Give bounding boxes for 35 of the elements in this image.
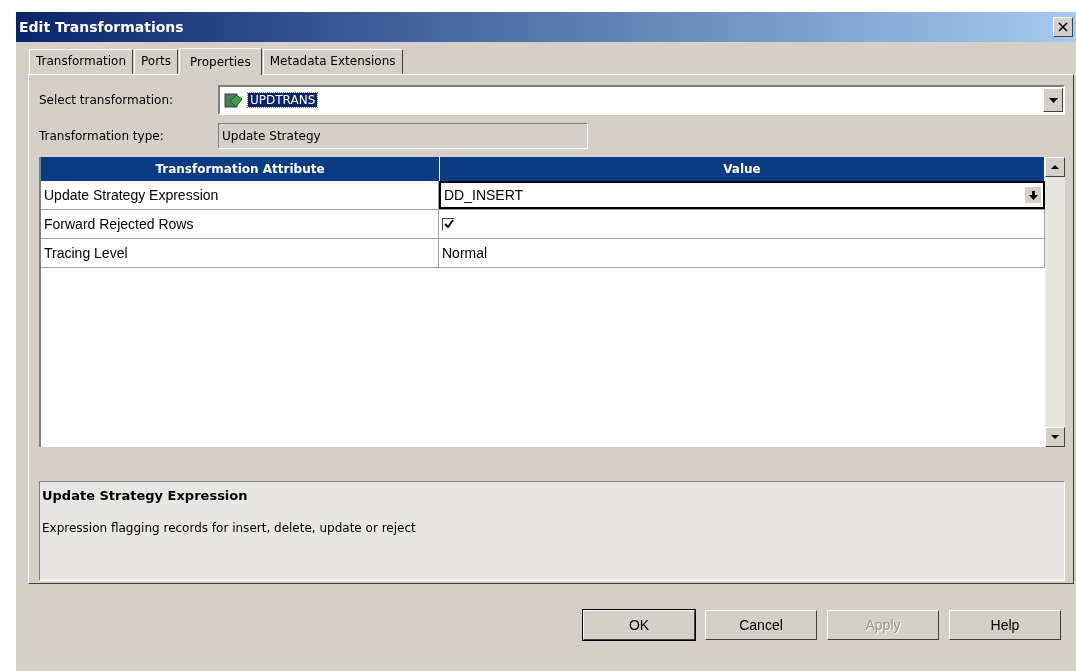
down-arrow-icon xyxy=(1028,190,1038,200)
column-header: Transformation Attribute xyxy=(41,157,440,181)
field-label: Transformation type: xyxy=(39,129,165,143)
field-label: Select transformation: xyxy=(39,93,175,107)
table-cell: Tracing Level xyxy=(41,239,439,267)
dialog-button[interactable]: OK xyxy=(583,610,695,640)
description-text: Expression flagging records for insert, delete, update or reject xyxy=(42,521,417,535)
down-arrow-icon xyxy=(1051,435,1059,439)
tab[interactable]: Metadata Extensions xyxy=(262,49,403,74)
transformation-icon xyxy=(224,91,244,109)
value-cell[interactable]: DD_INSERT xyxy=(439,181,1045,209)
caret-icon xyxy=(1048,97,1058,103)
description-title: Update Strategy Expression xyxy=(42,488,249,503)
checkbox[interactable] xyxy=(442,217,455,231)
dialog-button[interactable]: Cancel xyxy=(705,610,817,640)
tab[interactable]: Properties xyxy=(179,48,262,75)
table-cell: Forward Rejected Rows xyxy=(41,210,439,238)
dropdown-button[interactable] xyxy=(1043,88,1063,112)
dialog-button[interactable]: Help xyxy=(949,610,1061,640)
close-icon xyxy=(1058,22,1068,32)
table-cell: Update Strategy Expression xyxy=(41,181,439,209)
dropdown-button[interactable] xyxy=(1025,187,1041,203)
window-title: Edit Transformations xyxy=(19,19,184,35)
scroll-up-button[interactable] xyxy=(1045,157,1065,177)
vertical-scrollbar[interactable] xyxy=(1045,157,1065,447)
scroll-down-button[interactable] xyxy=(1045,427,1065,447)
cell-value: DD_INSERT xyxy=(444,187,524,203)
type-field: Update Strategy xyxy=(218,123,588,149)
tab[interactable]: Ports xyxy=(134,49,179,74)
up-arrow-icon xyxy=(1051,165,1059,169)
tab[interactable]: Transformation xyxy=(29,49,134,74)
combo-value: UPDTRANS xyxy=(248,93,318,107)
checkmark-icon xyxy=(443,219,454,229)
close-button[interactable] xyxy=(1053,17,1073,37)
transformation-dropdown[interactable]: UPDTRANS xyxy=(218,85,1065,115)
